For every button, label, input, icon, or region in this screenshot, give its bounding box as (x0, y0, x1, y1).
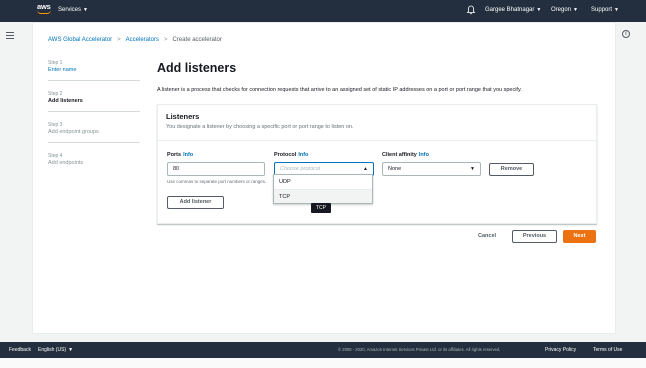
region-menu[interactable]: Oregon ▼ (551, 7, 578, 13)
terms-of-use-link[interactable]: Terms of Use (593, 347, 622, 353)
step-number: Step 4 (48, 153, 63, 159)
page-description: A listener is a process that checks for … (157, 87, 522, 93)
previous-button[interactable]: Previous (512, 230, 557, 243)
step-number: Step 3 (48, 122, 63, 128)
breadcrumb-item-accelerators[interactable]: Accelerators (126, 37, 159, 43)
protocol-placeholder: Choose protocol (280, 166, 321, 172)
step-4-label: Add endpoints (48, 160, 84, 166)
caret-down-icon: ▼ (68, 347, 74, 353)
caret-down-icon: ▼ (470, 166, 475, 172)
bottom-strip (0, 358, 646, 368)
bell-icon[interactable] (466, 5, 476, 15)
client-affinity-label-text: Client affinity (382, 152, 417, 158)
step-4: Step 4 Add endpoints (48, 153, 140, 166)
caret-down-icon: ▼ (83, 7, 88, 13)
region-label: Oregon (551, 7, 572, 13)
remove-button[interactable]: Remove (489, 163, 534, 176)
protocol-option-udp[interactable]: UDP (274, 175, 372, 189)
page-footer: Feedback English (US) ▼ © 2008 - 2020, Am… (0, 342, 646, 358)
ports-input[interactable]: 80 (167, 162, 265, 176)
ports-info-link[interactable]: Info (183, 152, 193, 158)
step-divider (48, 111, 140, 112)
ports-label: Ports Info (167, 152, 193, 158)
ports-hint: Use commas to separate port numbers or r… (167, 179, 267, 184)
privacy-policy-link[interactable]: Privacy Policy (545, 347, 576, 353)
listeners-subtitle: You designate a listener by choosing a s… (166, 124, 354, 130)
page-title: Add listeners (157, 61, 237, 75)
step-3-label: Add endpoint groups (48, 129, 99, 135)
add-listener-button[interactable]: Add listener (167, 196, 224, 209)
user-menu[interactable]: Gargee Bhatnagar ▼ (485, 7, 541, 13)
breadcrumb-item-global-accelerator[interactable]: AWS Global Accelerator (48, 37, 112, 43)
tooltip: TCP (311, 203, 331, 213)
aws-logo[interactable]: aws (37, 3, 53, 17)
step-number: Step 2 (48, 91, 63, 97)
language-selector[interactable]: English (US) ▼ (38, 347, 73, 353)
breadcrumb-separator-icon: > (117, 37, 121, 43)
protocol-option-tcp[interactable]: TCP (274, 189, 372, 203)
step-number: Step 1 (48, 60, 63, 66)
caret-down-icon: ▼ (573, 7, 578, 13)
hamburger-menu-icon[interactable] (6, 32, 14, 39)
aws-logo-text: aws (37, 2, 51, 11)
step-2: Step 2 Add listeners (48, 91, 140, 104)
protocol-info-link[interactable]: Info (298, 152, 308, 158)
ports-label-text: Ports (167, 152, 182, 158)
listeners-title: Listeners (166, 112, 200, 121)
divider (158, 140, 596, 141)
cancel-button[interactable]: Cancel (478, 233, 496, 239)
user-label: Gargee Bhatnagar (485, 7, 535, 13)
protocol-label-text: Protocol (274, 152, 297, 158)
client-affinity-label: Client affinity Info (382, 152, 429, 158)
listeners-container: Listeners You designate a listener by ch… (157, 104, 597, 224)
step-1-link[interactable]: Enter name (48, 67, 140, 73)
step-1: Step 1 Enter name (48, 60, 140, 73)
client-affinity-value: None (388, 166, 402, 172)
protocol-label: Protocol Info (274, 152, 308, 158)
services-menu[interactable]: Services ▼ (58, 7, 88, 13)
step-2-label: Add listeners (48, 98, 83, 104)
info-panel-icon[interactable]: i (622, 30, 630, 38)
ports-input-value: 80 (173, 166, 180, 172)
support-menu[interactable]: Support ▼ (591, 7, 619, 13)
feedback-link[interactable]: Feedback (9, 347, 31, 353)
breadcrumb: AWS Global Accelerator > Accelerators > Crea… (48, 37, 222, 43)
top-navigation-bar: aws Services ▼ Gargee Bhatnagar ▼ Oregon ▼ … (0, 0, 646, 22)
breadcrumb-item-current: Create accelerator (172, 37, 222, 43)
step-3: Step 3 Add endpoint groups (48, 122, 140, 135)
next-button[interactable]: Next (563, 230, 596, 243)
protocol-dropdown-menu: UDP TCP (273, 174, 373, 204)
language-label: English (US) (38, 347, 67, 353)
breadcrumb-separator-icon: > (164, 37, 168, 43)
caret-up-icon: ▲ (363, 166, 368, 172)
copyright-text: © 2008 - 2020, Amazon Internet Services … (338, 347, 501, 352)
services-label: Services (58, 7, 82, 13)
client-affinity-select[interactable]: None ▼ (382, 162, 481, 176)
support-label: Support (591, 7, 613, 13)
step-divider (48, 142, 140, 143)
caret-down-icon: ▼ (536, 7, 542, 13)
left-rail (0, 22, 32, 342)
step-divider (48, 80, 140, 81)
caret-down-icon: ▼ (614, 7, 619, 13)
client-affinity-info-link[interactable]: Info (419, 152, 429, 158)
wizard-steps: Step 1 Enter name Step 2 Add listeners S… (48, 60, 140, 166)
